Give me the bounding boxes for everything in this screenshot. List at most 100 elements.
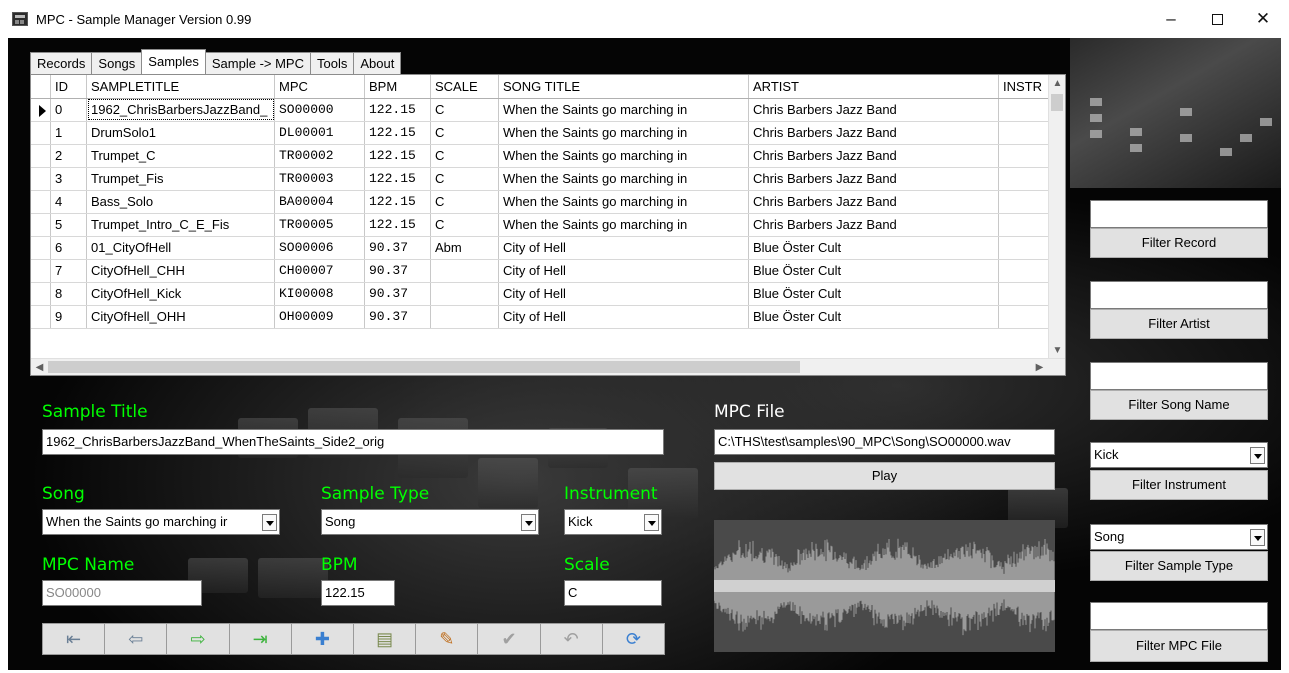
tab-about[interactable]: About bbox=[353, 52, 402, 74]
cell-bpm[interactable]: 90.37 bbox=[364, 305, 431, 329]
filter-song-name-input[interactable] bbox=[1090, 362, 1268, 390]
filter-sample-type-select[interactable]: Song bbox=[1090, 524, 1268, 550]
minimize-button[interactable]: – bbox=[1148, 4, 1194, 34]
vertical-scrollbar[interactable]: ▲ ▼ bbox=[1048, 75, 1065, 359]
tab-samples[interactable]: Samples bbox=[141, 49, 206, 74]
column-header-bpm[interactable]: BPM bbox=[364, 75, 431, 99]
cell-artist[interactable]: Chris Barbers Jazz Band bbox=[748, 213, 999, 237]
scroll-down-icon[interactable]: ▼ bbox=[1049, 342, 1065, 359]
cell-instrument[interactable] bbox=[998, 121, 1054, 145]
cell-song-title[interactable]: City of Hell bbox=[498, 236, 749, 260]
cell-sampletitle[interactable]: Trumpet_Intro_C_E_Fis bbox=[86, 213, 275, 237]
cell-scale[interactable]: C bbox=[430, 190, 499, 214]
cell-mpc[interactable]: DL00001 bbox=[274, 121, 365, 145]
cell-bpm[interactable]: 122.15 bbox=[364, 213, 431, 237]
play-button[interactable]: Play bbox=[714, 462, 1055, 490]
cell-id[interactable]: 5 bbox=[50, 213, 87, 237]
add-record-button[interactable]: ✚ bbox=[290, 623, 355, 655]
column-header-scale[interactable]: SCALE bbox=[430, 75, 499, 99]
cell-mpc[interactable]: SO00000 bbox=[274, 98, 365, 122]
cell-bpm[interactable]: 90.37 bbox=[364, 236, 431, 260]
cell-bpm[interactable]: 90.37 bbox=[364, 282, 431, 306]
cancel-edit-button[interactable]: ↶ bbox=[539, 623, 603, 655]
table-row[interactable]: 6 01_CityOfHell SO00006 90.37 Abm City o… bbox=[31, 236, 1054, 260]
chevron-down-icon[interactable] bbox=[1250, 529, 1265, 546]
tab-songs[interactable]: Songs bbox=[91, 52, 143, 74]
table-row[interactable]: 3 Trumpet_Fis TR00003 122.15 C When the … bbox=[31, 167, 1054, 191]
cell-artist[interactable]: Blue Öster Cult bbox=[748, 282, 999, 306]
post-record-button[interactable]: ✔ bbox=[477, 623, 541, 655]
cell-artist[interactable]: Chris Barbers Jazz Band bbox=[748, 98, 999, 122]
filter-mpc-file-input[interactable] bbox=[1090, 602, 1268, 630]
table-row[interactable]: 2 Trumpet_C TR00002 122.15 C When the Sa… bbox=[31, 144, 1054, 168]
samples-grid[interactable]: ID SAMPLETITLE MPC BPM SCALE SONG TITLE … bbox=[30, 74, 1066, 376]
table-row[interactable]: 9 CityOfHell_OHH OH00009 90.37 City of H… bbox=[31, 305, 1054, 329]
sample-title-input[interactable]: 1962_ChrisBarbersJazzBand_WhenTheSaints_… bbox=[42, 429, 664, 455]
horizontal-scrollbar[interactable]: ◀ ▶ bbox=[31, 358, 1065, 375]
cell-scale[interactable]: C bbox=[430, 121, 499, 145]
table-row[interactable]: 8 CityOfHell_Kick KI00008 90.37 City of … bbox=[31, 282, 1054, 306]
filter-instrument-button[interactable]: Filter Instrument bbox=[1090, 470, 1268, 500]
cell-instrument[interactable] bbox=[998, 259, 1054, 283]
cell-song-title[interactable]: When the Saints go marching in bbox=[498, 98, 749, 122]
cell-bpm[interactable]: 122.15 bbox=[364, 144, 431, 168]
cell-sampletitle[interactable]: 01_CityOfHell bbox=[86, 236, 275, 260]
previous-record-button[interactable]: ⇦ bbox=[104, 623, 168, 655]
tab-tools[interactable]: Tools bbox=[310, 52, 355, 74]
filter-artist-button[interactable]: Filter Artist bbox=[1090, 309, 1268, 339]
scroll-right-icon[interactable]: ▶ bbox=[1031, 359, 1048, 375]
cell-instrument[interactable] bbox=[998, 282, 1054, 306]
cell-sampletitle[interactable]: CityOfHell_OHH bbox=[86, 305, 275, 329]
cell-instrument[interactable] bbox=[998, 167, 1054, 191]
scroll-up-icon[interactable]: ▲ bbox=[1049, 75, 1065, 92]
column-header-instrument[interactable]: INSTR bbox=[998, 75, 1054, 99]
column-header-mpc[interactable]: MPC bbox=[274, 75, 365, 99]
mpc-file-input[interactable]: C:\THS\test\samples\90_MPC\Song\SO00000.… bbox=[714, 429, 1055, 455]
cell-song-title[interactable]: When the Saints go marching in bbox=[498, 167, 749, 191]
refresh-button[interactable]: ⟳ bbox=[601, 623, 666, 655]
cell-sampletitle[interactable]: CityOfHell_Kick bbox=[86, 282, 275, 306]
cell-song-title[interactable]: When the Saints go marching in bbox=[498, 144, 749, 168]
tab-sample-to-mpc[interactable]: Sample -> MPC bbox=[204, 52, 311, 74]
chevron-down-icon[interactable] bbox=[262, 514, 277, 531]
table-row[interactable]: 7 CityOfHell_CHH CH00007 90.37 City of H… bbox=[31, 259, 1054, 283]
last-record-button[interactable]: ⇥ bbox=[228, 623, 292, 655]
cell-id[interactable]: 3 bbox=[50, 167, 87, 191]
cell-sampletitle[interactable]: Bass_Solo bbox=[86, 190, 275, 214]
cell-scale[interactable]: C bbox=[430, 144, 499, 168]
filter-record-input[interactable] bbox=[1090, 200, 1268, 228]
scale-input[interactable]: C bbox=[564, 580, 662, 606]
cell-bpm[interactable]: 90.37 bbox=[364, 259, 431, 283]
cell-artist[interactable]: Chris Barbers Jazz Band bbox=[748, 144, 999, 168]
cell-id[interactable]: 6 bbox=[50, 236, 87, 260]
chevron-down-icon[interactable] bbox=[1250, 447, 1265, 464]
cell-instrument[interactable] bbox=[998, 144, 1054, 168]
chevron-down-icon[interactable] bbox=[644, 514, 659, 531]
cell-bpm[interactable]: 122.15 bbox=[364, 98, 431, 122]
cell-song-title[interactable]: City of Hell bbox=[498, 282, 749, 306]
filter-artist-input[interactable] bbox=[1090, 281, 1268, 309]
scroll-left-icon[interactable]: ◀ bbox=[31, 359, 48, 375]
cell-sampletitle[interactable]: Trumpet_Fis bbox=[86, 167, 275, 191]
cell-id[interactable]: 0 bbox=[50, 98, 87, 122]
filter-record-button[interactable]: Filter Record bbox=[1090, 228, 1268, 258]
cell-scale[interactable]: Abm bbox=[430, 236, 499, 260]
instrument-select[interactable]: Kick bbox=[564, 509, 662, 535]
cell-mpc[interactable]: TR00005 bbox=[274, 213, 365, 237]
table-row[interactable]: 5 Trumpet_Intro_C_E_Fis TR00005 122.15 C… bbox=[31, 213, 1054, 237]
column-header-song-title[interactable]: SONG TITLE bbox=[498, 75, 749, 99]
cell-artist[interactable]: Blue Öster Cult bbox=[748, 259, 999, 283]
cell-bpm[interactable]: 122.15 bbox=[364, 190, 431, 214]
cell-bpm[interactable]: 122.15 bbox=[364, 167, 431, 191]
cell-mpc[interactable]: SO00006 bbox=[274, 236, 365, 260]
cell-mpc[interactable]: OH00009 bbox=[274, 305, 365, 329]
cell-mpc[interactable]: TR00003 bbox=[274, 167, 365, 191]
cell-mpc[interactable]: BA00004 bbox=[274, 190, 365, 214]
filter-song-name-button[interactable]: Filter Song Name bbox=[1090, 390, 1268, 420]
cell-sampletitle[interactable]: DrumSolo1 bbox=[86, 121, 275, 145]
cell-id[interactable]: 8 bbox=[50, 282, 87, 306]
cell-artist[interactable]: Blue Öster Cult bbox=[748, 305, 999, 329]
cell-instrument[interactable] bbox=[998, 190, 1054, 214]
filter-mpc-file-button[interactable]: Filter MPC File bbox=[1090, 630, 1268, 662]
bpm-input[interactable]: 122.15 bbox=[321, 580, 395, 606]
